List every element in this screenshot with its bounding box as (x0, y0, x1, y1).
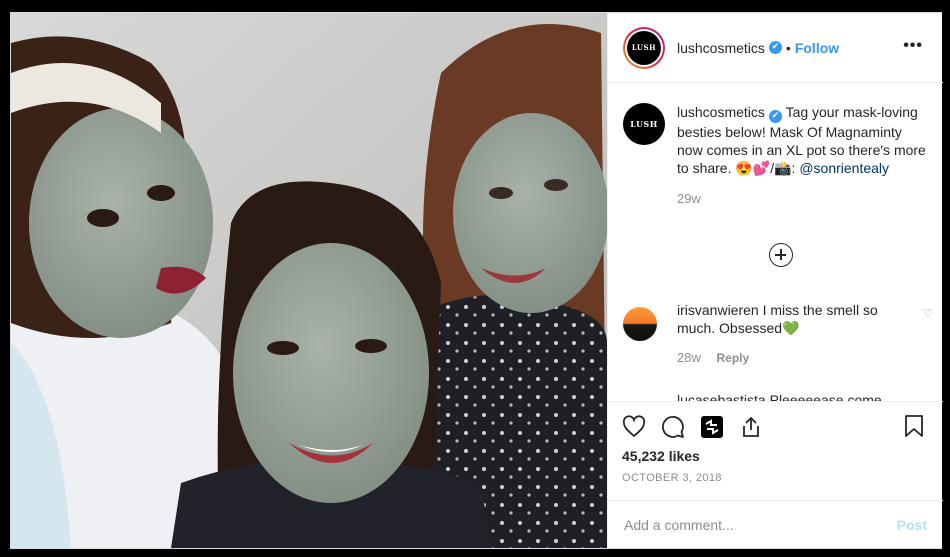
comment-username[interactable]: lucasebastista (677, 392, 766, 401)
comment-composer: Post (608, 500, 943, 548)
instagram-post-window: LUSH lushcosmetics ✔ • Follow ••• LUSH l… (10, 12, 943, 549)
share-reel-icon[interactable] (700, 415, 724, 439)
verified-badge-icon: ✔ (768, 41, 782, 54)
photo-three-women-clay-masks (11, 13, 607, 548)
heart-outline-icon[interactable] (622, 415, 646, 439)
heart-outline-icon[interactable]: ♡ (923, 307, 933, 320)
likes-count[interactable]: 45,232 likes (622, 448, 927, 464)
header-username[interactable]: lushcosmetics (677, 40, 765, 56)
lush-logo-icon: LUSH (627, 30, 661, 65)
post-header: LUSH lushcosmetics ✔ • Follow ••• (608, 13, 943, 83)
post-actions: 45,232 likes OCTOBER 3, 2018 (608, 401, 943, 500)
follow-button[interactable]: Follow (795, 40, 839, 56)
commenter-avatar[interactable] (623, 307, 657, 341)
caption-mention-link[interactable]: @sonrientealy (799, 160, 889, 176)
post-side-panel: LUSH lushcosmetics ✔ • Follow ••• LUSH l… (607, 13, 943, 548)
comment-item: lucasebastista Pleeeeease come (623, 391, 933, 401)
add-comment-input[interactable] (624, 516, 897, 533)
post-photo[interactable] (11, 13, 607, 548)
comment-item: irisvanwieren I miss the smell so much. … (623, 301, 933, 367)
caption: LUSH lushcosmetics ✔ Tag your mask-loving… (623, 103, 928, 177)
load-more-comments-icon[interactable] (769, 243, 793, 267)
post-date[interactable]: OCTOBER 3, 2018 (622, 472, 927, 484)
share-upload-icon[interactable] (739, 415, 763, 439)
lush-logo-icon: LUSH (623, 103, 665, 145)
avatar[interactable]: LUSH (623, 26, 665, 69)
caption-avatar[interactable]: LUSH (623, 103, 665, 145)
caption-text: lushcosmetics ✔ Tag your mask-loving best… (677, 103, 927, 177)
reply-button[interactable]: Reply (716, 351, 749, 365)
caption-timestamp[interactable]: 29w (677, 191, 928, 206)
caption-username[interactable]: lushcosmetics (677, 104, 765, 120)
comment-icon[interactable] (661, 415, 685, 439)
comment-timestamp[interactable]: 28w (677, 350, 701, 365)
comment-text: Pleeeeease come (769, 392, 882, 401)
post-comment-button[interactable]: Post (897, 517, 927, 533)
comments-section[interactable]: LUSH lushcosmetics ✔ Tag your mask-loving… (608, 83, 943, 401)
bookmark-icon[interactable] (903, 414, 925, 443)
more-options-icon[interactable]: ••• (903, 37, 923, 55)
comment-username[interactable]: irisvanwieren (677, 302, 759, 318)
verified-badge-icon: ✔ (768, 110, 782, 123)
header-separator: • (785, 39, 791, 56)
